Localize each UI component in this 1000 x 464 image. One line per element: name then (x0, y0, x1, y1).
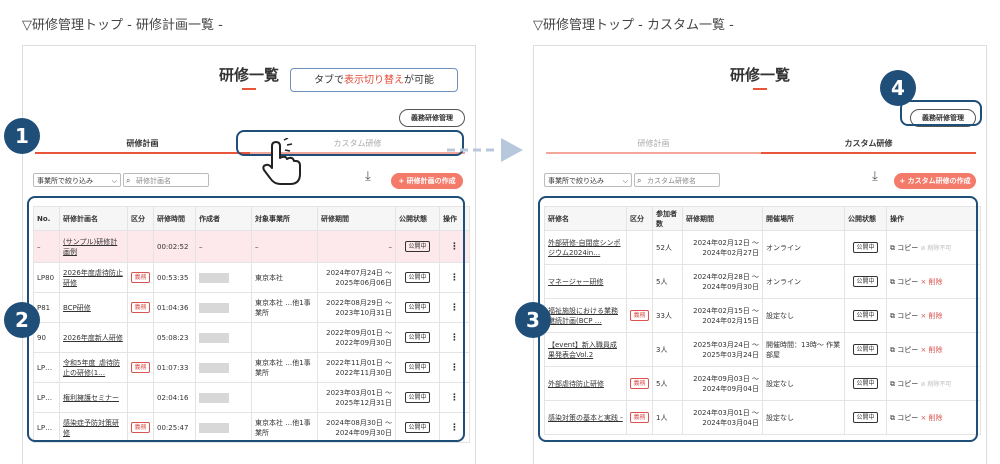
search-input[interactable]: ⌕ 研修計画名 (123, 173, 209, 187)
chevron-down-icon: ⌵ (622, 177, 628, 185)
right-caption: ▽研修管理トップ - カスタム一覧 - (533, 18, 734, 33)
marker-1: 1 (4, 118, 40, 154)
tab-training-plan[interactable]: 研修計画 (35, 136, 250, 154)
office-filter-select[interactable]: 事業所で絞り込み ⌵ (33, 173, 121, 187)
office-filter-value: 事業所で絞り込み (548, 177, 604, 185)
arrow-right-icon (447, 138, 523, 162)
marker-2: 2 (4, 302, 40, 338)
tab-bar: 研修計画 カスタム研修 (546, 136, 976, 154)
marker-3: 3 (515, 302, 551, 338)
plan-table-frame (27, 196, 465, 442)
create-plan-button[interactable]: + 研修計画の作成 (391, 173, 463, 189)
search-placeholder: 研修計画名 (136, 177, 171, 185)
office-filter-select[interactable]: 事業所で絞り込み ⌵ (544, 173, 632, 187)
office-filter-value: 事業所で絞り込み (37, 177, 93, 185)
pointer-hand-icon (262, 138, 301, 185)
download-icon[interactable]: ⤓ (365, 169, 371, 184)
custom-table-frame (538, 196, 978, 442)
left-caption: ▽研修管理トップ - 研修計画一覧 - (22, 18, 223, 33)
search-placeholder: カスタム研修名 (647, 177, 696, 185)
tab-training-plan[interactable]: 研修計画 (546, 136, 761, 152)
title-underline (753, 88, 767, 90)
duty-training-button[interactable]: 義務研修管理 (399, 109, 465, 127)
page-title: 研修一覧 (729, 66, 790, 84)
tab-custom-training[interactable]: カスタム研修 (761, 136, 976, 154)
title-underline (242, 88, 256, 90)
create-custom-button[interactable]: + カスタム研修の作成 (894, 173, 976, 189)
chevron-down-icon: ⌵ (111, 177, 117, 185)
search-icon: ⌕ (637, 176, 642, 185)
search-input[interactable]: ⌕ カスタム研修名 (634, 173, 720, 187)
marker-4: 4 (880, 70, 916, 106)
tab-switch-callout: タブで表示切り替えが可能 (290, 68, 458, 92)
duty-button-frame (900, 100, 982, 126)
download-icon[interactable]: ⤓ (872, 169, 878, 184)
search-icon: ⌕ (126, 176, 131, 185)
